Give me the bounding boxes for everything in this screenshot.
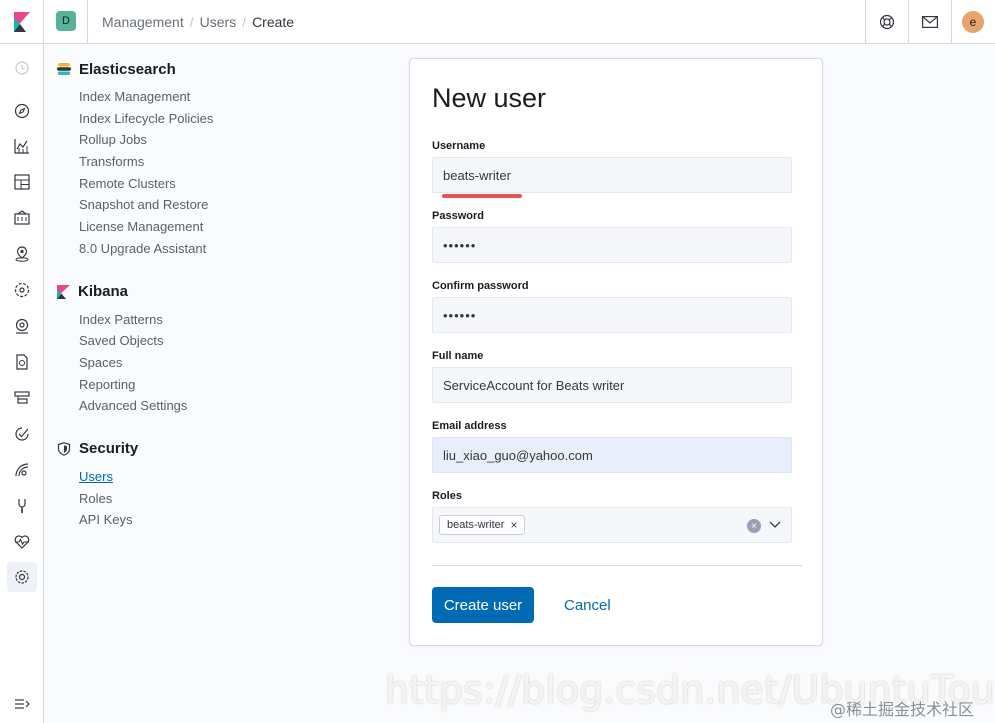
nav-item-license-management[interactable]: License Management [79,216,387,238]
elasticsearch-section: Elasticsearch Index Management Index Lif… [57,58,387,260]
stack-monitoring-heartbeat-icon[interactable] [12,532,32,552]
nav-item-index-lifecycle-policies[interactable]: Index Lifecycle Policies [79,108,387,130]
nav-item-saved-objects[interactable]: Saved Objects [79,330,387,352]
role-chip-label: beats-writer [447,519,505,531]
help-lifebuoy-icon [879,14,895,30]
username-label: Username [432,140,486,152]
section-title-text: Elasticsearch [79,60,176,78]
dev-tools-wrench-icon[interactable] [12,496,32,516]
cancel-button[interactable]: Cancel [564,587,611,623]
breadcrumb-users[interactable]: Users [200,14,237,30]
visualize-chart-icon[interactable] [12,136,32,156]
password-label: Password [432,210,484,222]
confirm-password-field[interactable]: •••••• [432,297,792,333]
nav-item-index-patterns[interactable]: Index Patterns [79,309,387,331]
chevron-down-icon[interactable] [769,518,781,530]
breadcrumb-create: Create [252,14,295,30]
clear-roles-icon[interactable]: × [747,519,761,533]
logs-icon[interactable] [12,352,32,372]
annotation-underline [442,194,522,198]
breadcrumb-separator: / [242,14,247,30]
email-value: liu_xiao_guo@yahoo.com [443,447,593,463]
full-name-field[interactable]: ServiceAccount for Beats writer [432,367,792,403]
password-value: •••••• [443,237,477,253]
nav-item-roles[interactable]: Roles [79,488,387,510]
help-button[interactable] [865,0,908,44]
dashboard-icon[interactable] [12,172,32,192]
section-title-kibana: Kibana [57,281,387,303]
full-name-value: ServiceAccount for Beats writer [443,377,625,393]
username-field[interactable]: beats-writer [432,157,792,193]
top-header: D Management / Users / Create e [0,0,995,44]
section-title-security: Security [57,438,387,460]
kibana-logo-icon [57,284,70,299]
discover-compass-icon[interactable] [12,101,32,121]
full-name-label: Full name [432,350,484,362]
uptime-icon[interactable] [12,424,32,444]
nav-item-advanced-settings[interactable]: Advanced Settings [79,395,387,417]
page-title: New user [432,83,547,113]
confirm-password-value: •••••• [443,307,477,323]
app-icon-nav [0,44,44,723]
breadcrumb-management[interactable]: Management [102,14,184,30]
kibana-logo[interactable] [0,0,44,44]
nav-item-api-keys[interactable]: API Keys [79,509,387,531]
header-divider [87,0,88,44]
space-selector-button[interactable]: D [56,11,76,31]
nav-item-index-management[interactable]: Index Management [79,86,387,108]
security-section: Security Users Roles API Keys [57,438,387,531]
username-value: beats-writer [443,167,511,183]
password-field[interactable]: •••••• [432,227,792,263]
section-title-elasticsearch: Elasticsearch [57,58,387,80]
email-label: Email address [432,420,507,432]
roles-label: Roles [432,490,462,502]
kibana-logo-icon [13,11,30,32]
user-menu-button[interactable]: e [951,0,994,44]
email-field[interactable]: liu_xiao_guo@yahoo.com [432,437,792,473]
siem-icon[interactable] [12,460,32,480]
nav-item-snapshot-restore[interactable]: Snapshot and Restore [79,194,387,216]
nav-item-rollup-jobs[interactable]: Rollup Jobs [79,129,387,151]
collapse-menu-icon[interactable] [12,694,32,714]
section-title-text: Security [79,440,139,458]
section-title-text: Kibana [78,283,129,300]
recently-viewed-clock-icon[interactable] [12,58,32,78]
form-divider [432,565,802,566]
create-user-button[interactable]: Create user [432,587,534,623]
new-user-form-panel: New user Username beats-writer Password … [409,58,823,646]
confirm-password-label: Confirm password [432,280,529,292]
apm-icon[interactable] [12,388,32,408]
newsfeed-button[interactable] [908,0,951,44]
management-gear-icon[interactable] [7,562,37,592]
nav-item-users[interactable]: Users [79,466,387,488]
canvas-icon[interactable] [12,208,32,228]
nav-item-upgrade-assistant[interactable]: 8.0 Upgrade Assistant [79,238,387,260]
nav-item-reporting[interactable]: Reporting [79,374,387,396]
roles-combobox[interactable]: beats-writer × × [432,507,792,543]
avatar: e [962,11,984,33]
shield-icon [57,442,71,456]
elasticsearch-logo-icon [57,63,71,75]
nav-item-remote-clusters[interactable]: Remote Clusters [79,173,387,195]
nav-item-transforms[interactable]: Transforms [79,151,387,173]
breadcrumb-separator: / [189,14,194,30]
maps-icon[interactable] [12,244,32,264]
watermark-credit: @稀土掘金技术社区 [830,700,975,719]
management-side-nav: Elasticsearch Index Management Index Lif… [57,58,387,531]
mail-icon [922,16,938,28]
infrastructure-icon[interactable] [12,316,32,336]
machine-learning-icon[interactable] [12,280,32,300]
nav-item-spaces[interactable]: Spaces [79,352,387,374]
remove-role-icon[interactable]: × [510,518,517,532]
role-chip: beats-writer × [439,515,526,535]
breadcrumb: Management / Users / Create [102,14,294,30]
kibana-section: Kibana Index Patterns Saved Objects Spac… [57,281,387,417]
